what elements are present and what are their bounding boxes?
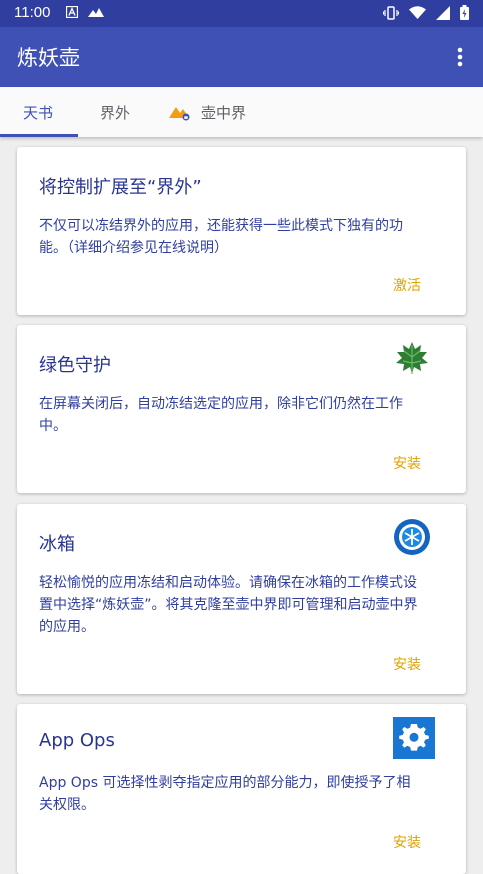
app-bar: 炼妖壶 bbox=[0, 27, 483, 87]
status-bar: 11:00 bbox=[0, 0, 483, 27]
signal-icon bbox=[436, 5, 450, 20]
card-icebox: 冰箱 轻松愉悦的应用冻结和启动体验。请确保在冰箱的工作模式设 置中选择“炼妖壶”… bbox=[17, 504, 466, 694]
card-description-line: 置中选择“炼妖壶”。将其克隆至壶中界即可管理和启动壶中界 bbox=[39, 597, 418, 613]
card-title: 将控制扩展至“界外” bbox=[39, 177, 202, 198]
app-ops-gear-icon bbox=[393, 717, 435, 759]
tab-indicator bbox=[0, 134, 78, 137]
card-description-line: 轻松愉悦的应用冻结和启动体验。请确保在冰箱的工作模式设 bbox=[39, 575, 417, 591]
card-description: 轻松愉悦的应用冻结和启动体验。请确保在冰箱的工作模式设 置中选择“炼妖壶”。将其… bbox=[39, 572, 444, 638]
island-lock-icon bbox=[169, 107, 190, 121]
greenify-leaf-icon bbox=[396, 342, 428, 374]
card-greenify: 绿色守护 在屏幕关闭后，自动冻结选定的应用，除非它们仍然在工作 中。 安装 bbox=[17, 325, 466, 493]
card-title: 绿色守护 bbox=[39, 355, 111, 376]
card-description-line: App Ops 可选择性剥夺指定应用的部分能力，即使授予了相 bbox=[39, 775, 411, 791]
a-notification-icon bbox=[66, 6, 78, 18]
status-time: 11:00 bbox=[14, 4, 51, 21]
icebox-snowflake-icon bbox=[394, 519, 430, 555]
wifi-icon bbox=[409, 6, 426, 19]
card-description: 在屏幕关闭后，自动冻结选定的应用，除非它们仍然在工作 中。 bbox=[39, 393, 444, 437]
image-notification-icon bbox=[88, 8, 104, 17]
more-vert-icon[interactable] bbox=[453, 45, 467, 69]
card-app-ops: App Ops App Ops 可选择性剥夺指定应用的部分能力，即使授予了相 关… bbox=[17, 704, 466, 874]
tab-jiewai[interactable]: 界外 bbox=[100, 87, 130, 137]
card-description-line: 关权限。 bbox=[39, 797, 95, 813]
tab-label: 天书 bbox=[23, 103, 54, 122]
install-greenify-button[interactable]: 安装 bbox=[393, 453, 421, 473]
card-description-line: 能。（详细介绍参见在线说明） bbox=[39, 240, 228, 256]
card-description-line: 不仅可以冻结界外的应用，还能获得一些此模式下独有的功 bbox=[39, 218, 403, 234]
battery-icon bbox=[460, 5, 469, 20]
card-description-line: 中。 bbox=[39, 418, 67, 434]
tab-huzhongjie[interactable]: 壶中界 bbox=[169, 87, 246, 137]
card-description: App Ops 可选择性剥夺指定应用的部分能力，即使授予了相 关权限。 bbox=[39, 772, 444, 816]
app-title: 炼妖壶 bbox=[17, 46, 80, 70]
card-extend-control: 将控制扩展至“界外” 不仅可以冻结界外的应用，还能获得一些此模式下独有的功 能。… bbox=[17, 147, 466, 315]
card-description: 不仅可以冻结界外的应用，还能获得一些此模式下独有的功 能。（详细介绍参见在线说明… bbox=[39, 215, 444, 259]
tab-bar: 天书 界外 壶中界 bbox=[0, 87, 483, 137]
card-description-line: 在屏幕关闭后，自动冻结选定的应用，除非它们仍然在工作 bbox=[39, 396, 403, 412]
activate-button[interactable]: 激活 bbox=[393, 275, 421, 295]
tab-label: 界外 bbox=[100, 103, 131, 122]
card-description-line: 的应用。 bbox=[39, 619, 95, 635]
install-app-ops-button[interactable]: 安装 bbox=[393, 832, 421, 852]
install-icebox-button[interactable]: 安装 bbox=[393, 654, 421, 674]
tab-label: 壶中界 bbox=[201, 103, 247, 122]
vibrate-icon bbox=[383, 5, 399, 20]
tab-tianshu[interactable]: 天书 bbox=[23, 87, 53, 137]
card-title: App Ops bbox=[39, 730, 115, 751]
card-title: 冰箱 bbox=[39, 534, 75, 555]
